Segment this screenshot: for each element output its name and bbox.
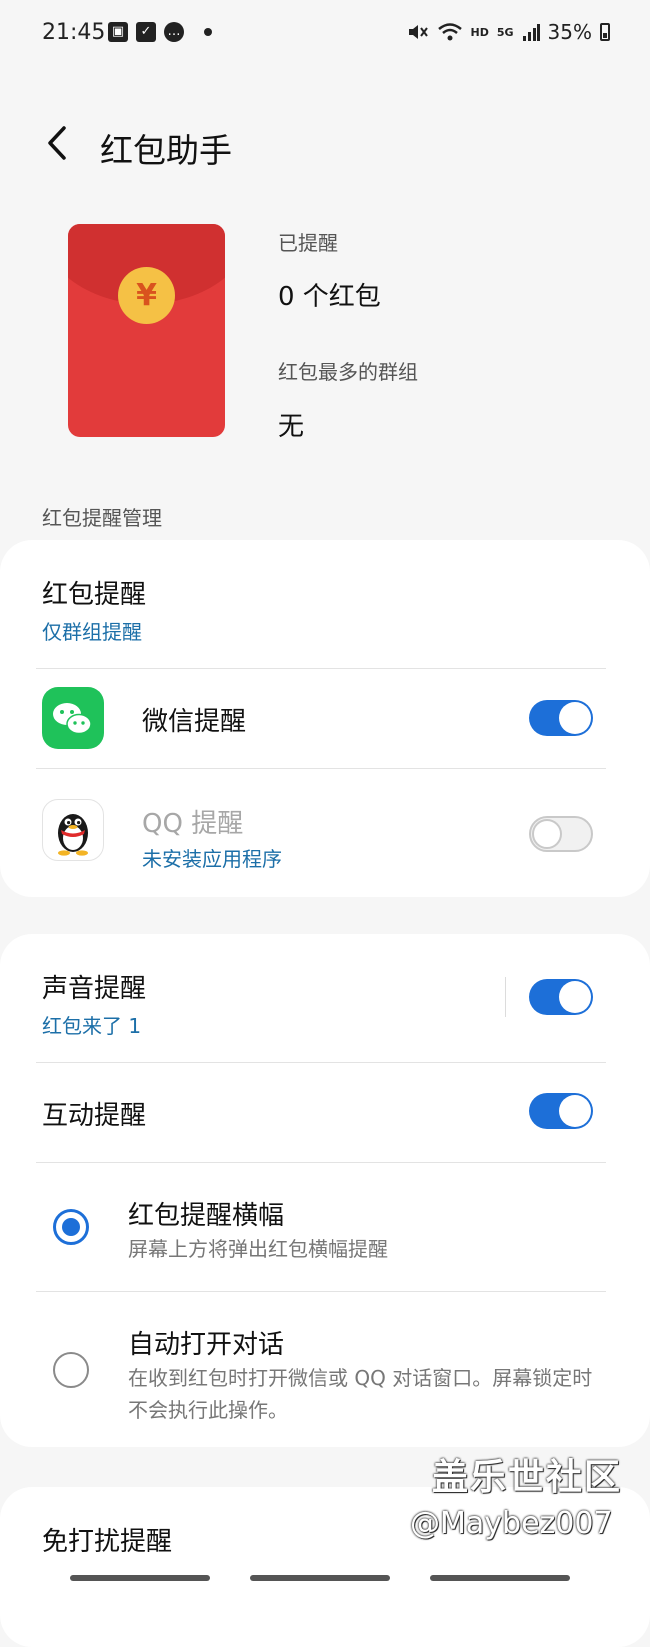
red-packet-reminder-subtitle: 仅群组提醒 [42, 620, 142, 644]
back-button[interactable] [40, 120, 76, 166]
reminder-settings-card: 红包提醒 仅群组提醒 微信提醒 QQ 提醒 未安装应用程序 [0, 540, 650, 897]
reminded-label: 已提醒 [278, 231, 338, 255]
auto-open-option-desc: 在收到红包时打开微信或 QQ 对话窗口。屏幕锁定时不会执行此操作。 [128, 1366, 593, 1422]
nav-handle-right[interactable] [430, 1575, 570, 1581]
red-packet-reminder-title: 红包提醒 [42, 580, 147, 610]
coin-icon: ¥ [118, 267, 175, 324]
alert-settings-card: 声音提醒 红包来了 1 互动提醒 红包提醒横幅 屏幕上方将弹出红包横幅提醒 自动… [0, 934, 650, 1447]
hd-badge: HD [470, 25, 489, 39]
banner-option-desc: 屏幕上方将弹出红包横幅提醒 [128, 1237, 388, 1261]
sound-reminder-subtitle: 红包来了 1 [42, 1014, 142, 1038]
banner-option-radio[interactable] [53, 1209, 89, 1245]
signal-icon [522, 24, 540, 41]
red-packet-reminder-row[interactable]: 红包提醒 仅群组提醒 [0, 540, 650, 668]
interactive-reminder-row[interactable]: 互动提醒 [0, 1063, 650, 1162]
qq-reminder-toggle[interactable] [529, 816, 593, 852]
auto-open-option-radio[interactable] [53, 1352, 89, 1388]
dot-icon [204, 28, 212, 36]
auto-open-option-title: 自动打开对话 [128, 1330, 285, 1360]
page-title: 红包助手 [100, 131, 232, 170]
qq-icon [42, 799, 104, 861]
qq-reminder-title: QQ 提醒 [142, 809, 244, 839]
wechat-icon [42, 687, 104, 749]
status-time: 21:45 [42, 20, 106, 45]
qq-reminder-subtitle: 未安装应用程序 [142, 847, 282, 871]
battery-icon [600, 23, 610, 41]
top-group-label: 红包最多的群组 [278, 360, 418, 384]
watermark-username: @Maybez007 [410, 1506, 613, 1541]
banner-option-title: 红包提醒横幅 [128, 1201, 285, 1231]
status-bar: 21:45 ▣ ✓ … HD 5G 35% [0, 0, 650, 72]
battery-percentage: 35% [547, 20, 592, 44]
vertical-divider [505, 977, 506, 1017]
reminded-value: 0 个红包 [278, 282, 381, 312]
app-header: 红包助手 [0, 110, 650, 180]
red-envelope-icon: ¥ [68, 224, 225, 437]
watermark-community: 盖乐世社区 [432, 1457, 623, 1498]
nav-handle-left[interactable] [70, 1575, 210, 1581]
sound-reminder-title: 声音提醒 [42, 974, 147, 1004]
nav-handle-center[interactable] [250, 1575, 390, 1581]
wifi-icon [437, 23, 462, 41]
qq-reminder-row[interactable]: QQ 提醒 未安装应用程序 [0, 769, 650, 897]
top-group-value: 无 [278, 412, 305, 442]
sound-reminder-toggle[interactable] [529, 979, 593, 1015]
interactive-reminder-toggle[interactable] [529, 1093, 593, 1129]
wechat-reminder-row[interactable]: 微信提醒 [0, 669, 650, 768]
5g-badge: 5G [496, 25, 514, 39]
checkbox-icon: ✓ [136, 22, 156, 42]
chat-bubble-icon: … [164, 22, 184, 42]
auto-open-option-row[interactable]: 自动打开对话 在收到红包时打开微信或 QQ 对话窗口。屏幕锁定时不会执行此操作。 [0, 1292, 650, 1447]
sound-reminder-row[interactable]: 声音提醒 红包来了 1 [0, 934, 650, 1062]
chevron-left-icon [48, 126, 66, 160]
interactive-reminder-title: 互动提醒 [42, 1101, 147, 1131]
image-icon: ▣ [108, 22, 128, 42]
mute-icon [408, 25, 428, 39]
wechat-reminder-title: 微信提醒 [142, 707, 247, 737]
gesture-nav-bar [0, 1548, 650, 1590]
section-header: 红包提醒管理 [42, 506, 162, 530]
wechat-reminder-toggle[interactable] [529, 700, 593, 736]
banner-option-row[interactable]: 红包提醒横幅 屏幕上方将弹出红包横幅提醒 [0, 1163, 650, 1291]
